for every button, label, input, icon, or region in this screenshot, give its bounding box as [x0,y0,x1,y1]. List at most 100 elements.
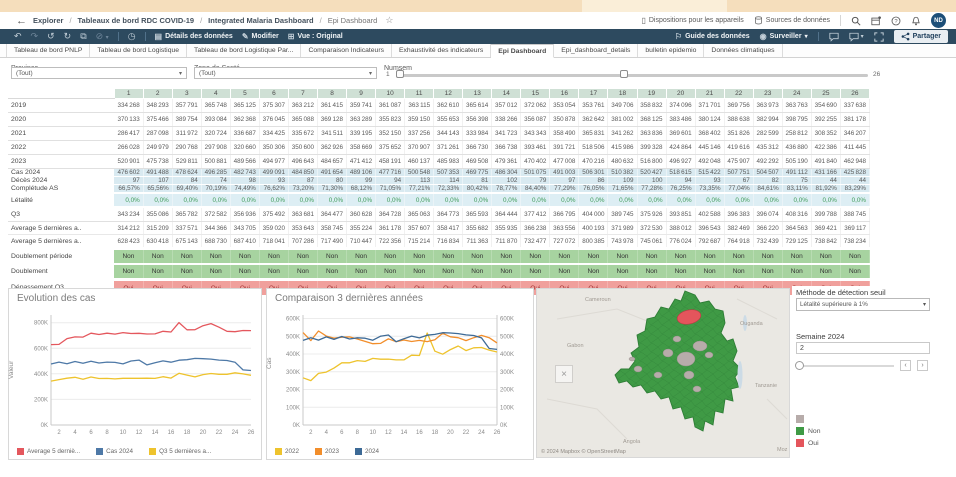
table-cell[interactable]: 496 285 [201,168,231,177]
table-cell[interactable]: 83,29% [840,184,871,194]
table-cell[interactable]: 343 343 [520,126,551,141]
table-cell[interactable]: 368 402 [695,126,725,141]
table-cell[interactable]: 470 216 [578,154,609,169]
table-cell[interactable]: 492 048 [695,154,725,169]
table-cell[interactable]: 518 615 [666,168,696,177]
table-cell[interactable]: 0,0% [724,192,754,207]
table-cell[interactable]: 489 106 [346,168,377,177]
table-cell[interactable]: 369 117 [840,221,871,235]
table-cell[interactable]: 370 907 [404,140,435,155]
table-cell[interactable]: 0,0% [549,192,580,207]
table-cell[interactable]: 353 761 [578,98,609,113]
table-cell[interactable]: 372 582 [201,206,231,222]
table-cell[interactable]: 369 601 [666,126,696,141]
table-cell[interactable]: 732 439 [753,234,783,249]
table-cell[interactable]: 70,19% [201,184,231,194]
table-cell[interactable]: 356 936 [230,206,260,222]
table-cell[interactable]: 628 423 [114,234,144,249]
week-column-header[interactable]: 4 [200,88,231,99]
table-cell[interactable]: 0,0% [491,192,522,207]
table-cell[interactable]: 411 445 [840,140,871,155]
map-legend-item[interactable]: Oui [796,438,820,448]
table-cell[interactable]: 372 062 [520,98,551,113]
week-next-button[interactable]: › [917,360,928,371]
table-cell[interactable]: 335 672 [288,126,319,141]
table-cell[interactable]: 717 490 [317,234,348,249]
table-cell[interactable]: 382 469 [724,221,754,235]
table-cell[interactable]: 94 [666,176,696,185]
table-cell[interactable]: 482 743 [230,168,260,177]
table-cell[interactable]: 435 312 [753,140,783,155]
table-cell[interactable]: 69,40% [172,184,202,194]
table-cell[interactable]: 363 973 [753,98,783,113]
table-cell[interactable]: Non [520,264,551,281]
table-cell[interactable]: 363 681 [288,206,319,222]
table-cell[interactable]: 792 687 [695,234,725,249]
table-cell[interactable]: Non [840,247,871,265]
table-cell[interactable]: 107 [143,176,173,185]
table-cell[interactable]: 711 870 [491,234,522,249]
week-column-header[interactable]: 3 [171,88,202,99]
week-slider-handle[interactable] [795,360,804,370]
table-cell[interactable]: 0,0% [404,192,435,207]
table-cell[interactable]: 337 638 [840,98,871,113]
legend-item[interactable]: Average 5 derniè... [17,448,80,455]
refresh-icon[interactable]: ↻ [64,32,72,41]
table-cell[interactable]: 71,65% [607,184,638,194]
week-column-header[interactable]: 2 [142,88,173,99]
table-cell[interactable]: 362 926 [317,140,348,155]
table-cell[interactable]: 75 [782,176,812,185]
table-cell[interactable]: 688 730 [201,234,231,249]
table-cell[interactable]: 475 907 [724,154,754,169]
table-cell[interactable]: 687 410 [230,234,260,249]
row-label[interactable]: Average 5 dernières a.. [8,221,115,235]
table-cell[interactable]: 311 972 [172,126,202,141]
week-column-header[interactable]: 9 [346,88,377,99]
table-cell[interactable]: 365 831 [578,126,609,141]
row-label[interactable]: Average 5 dernières a.. [8,234,115,249]
table-cell[interactable]: 491 654 [317,168,348,177]
table-cell[interactable]: 364 477 [317,206,348,222]
week-column-header[interactable]: 5 [229,88,260,99]
table-cell[interactable]: 351 826 [724,126,754,141]
table-cell[interactable]: 73,20% [288,184,319,194]
table-cell[interactable]: 505 190 [782,154,812,169]
map-close-button[interactable]: × [555,365,573,383]
table-cell[interactable]: 358 669 [346,140,377,155]
user-avatar[interactable]: ND [931,13,946,28]
table-cell[interactable]: 97 [114,176,144,185]
table-cell[interactable]: 44 [840,176,871,185]
numsem-slider-track[interactable] [396,70,868,78]
table-cell[interactable]: 76,05% [578,184,609,194]
table-cell[interactable]: Non [114,264,144,281]
table-cell[interactable]: Non [346,264,377,281]
week-column-header[interactable]: 16 [549,88,580,99]
table-cell[interactable]: 475 738 [143,154,173,169]
table-cell[interactable]: 0,0% [695,192,725,207]
table-cell[interactable]: 732 477 [520,234,551,249]
comments-button[interactable] [828,32,839,42]
table-cell[interactable]: 79 [520,176,551,185]
week-column-header[interactable]: 21 [694,88,725,99]
table-cell[interactable]: Non [578,247,609,265]
table-cell[interactable]: 364 728 [375,206,406,222]
table-cell[interactable]: 507 751 [724,168,754,177]
row-label[interactable]: 2022 [8,140,115,155]
table-cell[interactable]: 381 002 [607,112,638,127]
table-cell[interactable]: 392 255 [811,112,841,127]
table-cell[interactable]: 357 607 [404,221,435,235]
table-cell[interactable]: 341 262 [607,126,638,141]
table-cell[interactable]: 436 880 [782,140,812,155]
table-cell[interactable]: 478 624 [172,168,202,177]
week-input[interactable] [796,342,930,354]
table-cell[interactable]: Non [695,247,725,265]
numsem-slider-handle-left[interactable] [396,70,404,78]
table-cell[interactable]: 484 850 [288,168,319,177]
table-cell[interactable]: 484 657 [317,154,348,169]
tab-0[interactable]: Tableau de bord PNLP [6,44,91,57]
table-cell[interactable]: 738 234 [840,234,871,249]
table-cell[interactable]: 393 461 [520,140,551,155]
duplicate-icon[interactable]: ⧉ [80,32,86,41]
table-cell[interactable]: Non [578,264,609,281]
table-cell[interactable]: Non [607,247,638,265]
